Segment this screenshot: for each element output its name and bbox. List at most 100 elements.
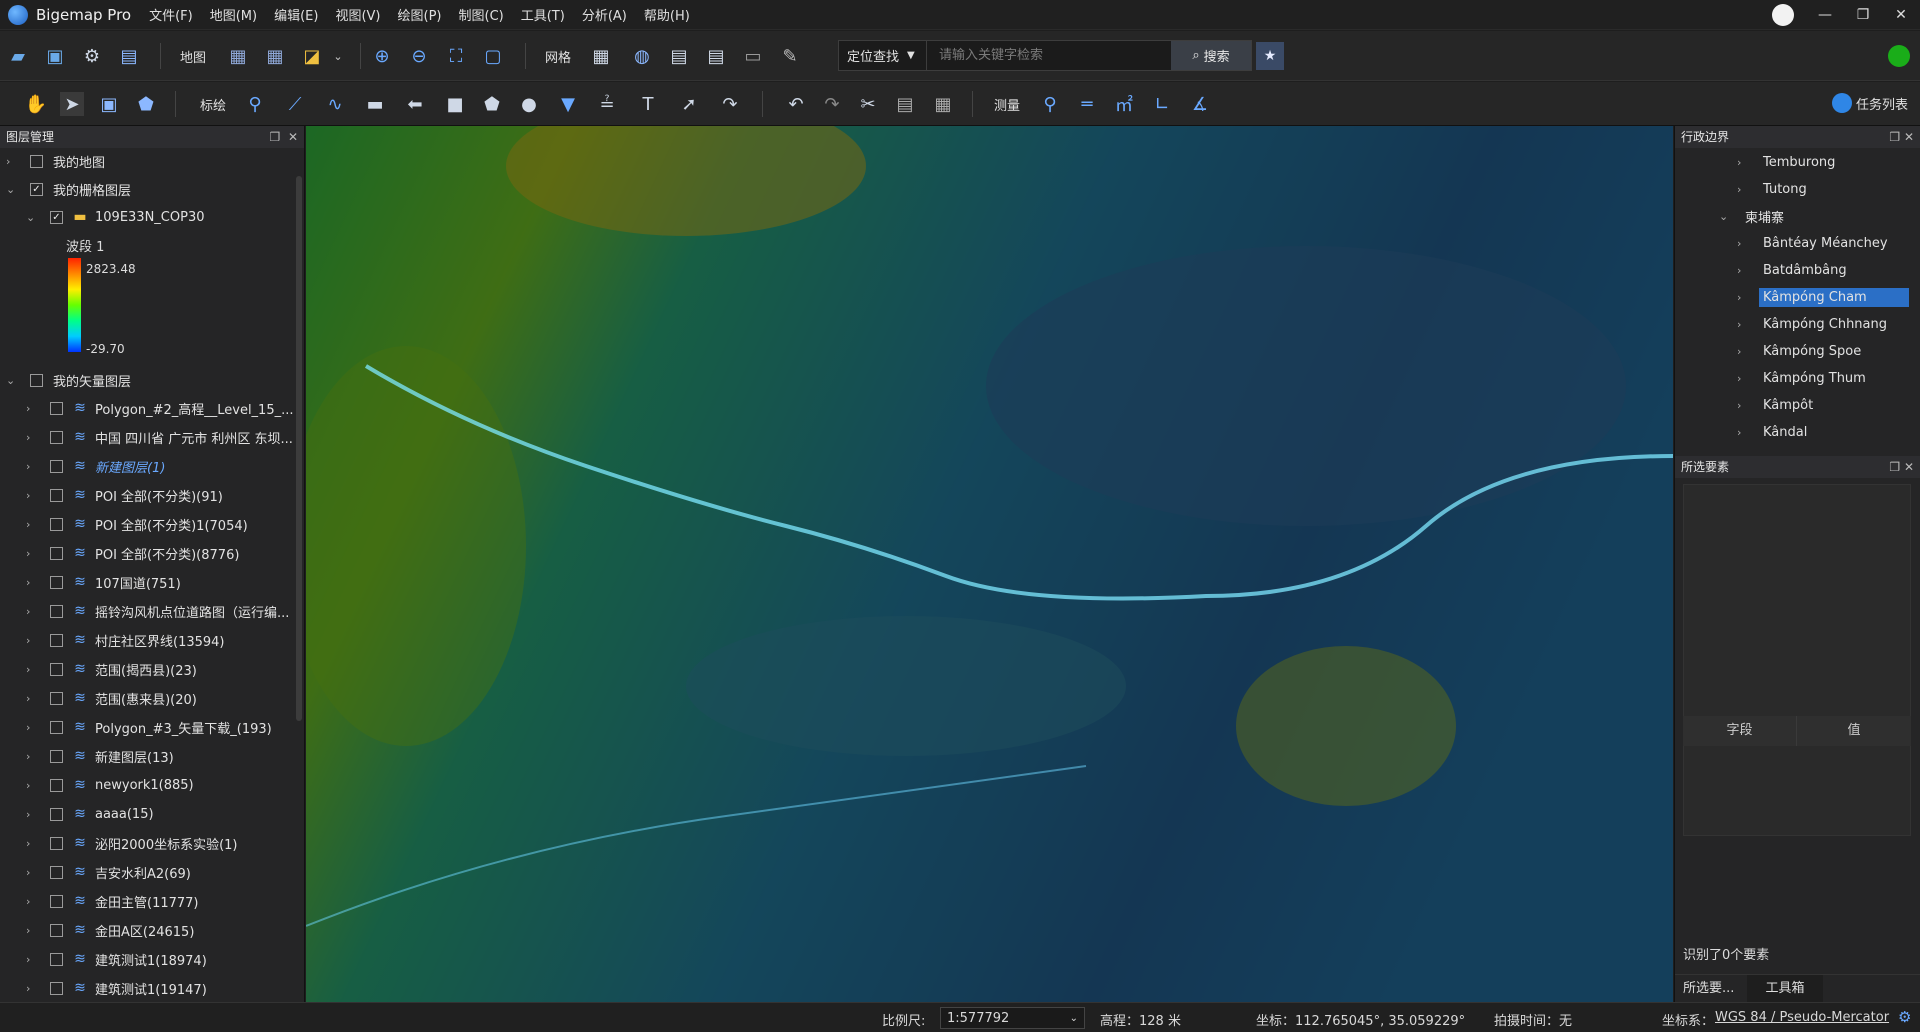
tree-my-map[interactable]: › 我的地图 <box>6 149 105 173</box>
menu-edit[interactable]: 编辑(E) <box>274 5 318 24</box>
vector-layer-row[interactable]: › ≋ Polygon_#2_高程__Level_15_... <box>26 396 294 420</box>
identify-icon[interactable]: ⬟ <box>134 92 158 116</box>
pan-hand-icon[interactable]: ✋ <box>24 92 48 116</box>
height-icon[interactable]: ∟ <box>1150 92 1174 116</box>
admin-item[interactable]: › Kâmpóng Cham <box>1737 286 1909 308</box>
vector-layer-row[interactable]: › ≋ 泌阳2000坐标系实验(1) <box>26 831 238 855</box>
mgrs-grid-icon[interactable]: ▤ <box>704 44 728 68</box>
close-icon[interactable]: ✕ <box>1904 460 1914 474</box>
undo-icon[interactable]: ↶ <box>784 92 808 116</box>
close-icon[interactable]: ✕ <box>288 130 298 144</box>
folder-icon[interactable]: ▭ <box>741 44 765 68</box>
float-icon[interactable]: ❐ <box>270 130 281 144</box>
admin-item[interactable]: › Temburong <box>1737 151 1839 173</box>
scissors-icon[interactable]: ✂ <box>856 92 880 116</box>
admin-item[interactable]: › Kâmpóng Spoe <box>1737 340 1865 362</box>
menu-map[interactable]: 地图(M) <box>210 5 257 24</box>
marker-icon[interactable]: ⚲ <box>243 92 267 116</box>
close-icon[interactable]: ✕ <box>1904 130 1914 144</box>
table-icon[interactable]: ▦ <box>931 92 955 116</box>
vector-layer-row[interactable]: › ≋ POI 全部(不分类)(8776) <box>26 541 239 565</box>
vector-layer-row[interactable]: › ≋ 村庄社区界线(13594) <box>26 628 225 652</box>
vector-layer-row[interactable]: › ≋ 新建图层(1) <box>26 454 165 478</box>
vector-layer-row[interactable]: › ≋ 吉安水利A2(69) <box>26 860 191 884</box>
arrow-icon[interactable]: ➚ <box>677 92 701 116</box>
clear-brush-icon[interactable]: ✎ <box>778 44 802 68</box>
circle-icon[interactable]: ● <box>517 92 541 116</box>
tree-raster-group[interactable]: ⌄ ✓ 我的栅格图层 <box>6 177 131 201</box>
tree-raster-layer[interactable]: ⌄ ✓ ▬ 109E33N_COP30 <box>26 205 204 229</box>
tab-toolbox[interactable]: 工具箱 <box>1747 975 1823 1002</box>
map-canvas[interactable] <box>306 126 1673 1002</box>
distance-icon[interactable]: ═ <box>1075 92 1099 116</box>
redo-icon[interactable]: ↷ <box>820 92 844 116</box>
arrow-shape-icon[interactable]: ⬅ <box>403 92 427 116</box>
vector-layer-row[interactable]: › ≋ 107国道(751) <box>26 570 181 594</box>
vector-layer-row[interactable]: › ≋ 金田A区(24615) <box>26 918 194 942</box>
zoom-in-icon[interactable]: ⊕ <box>370 44 394 68</box>
menu-file[interactable]: 文件(F) <box>149 5 193 24</box>
settings-gear-icon[interactable]: ⚙ <box>80 44 104 68</box>
menu-cartography[interactable]: 制图(C) <box>459 5 504 24</box>
shield-shape-icon[interactable]: ▼ <box>556 92 580 116</box>
menu-draw[interactable]: 绘图(P) <box>398 5 442 24</box>
admin-item[interactable]: › Tutong <box>1737 178 1811 200</box>
tasklist-button[interactable]: 任务列表 <box>1831 93 1908 113</box>
fit-extent-icon[interactable]: ⛶ <box>444 44 468 68</box>
vector-layer-row[interactable]: › ≋ newyork1(885) <box>26 773 194 797</box>
save-icon[interactable]: ▣ <box>43 44 67 68</box>
text-line-icon[interactable]: ≟ <box>595 92 619 116</box>
menu-view[interactable]: 视图(V) <box>335 5 380 24</box>
minimize-button[interactable]: — <box>1806 7 1844 23</box>
curved-arrow-icon[interactable]: ↷ <box>718 92 742 116</box>
admin-item[interactable]: › Kândal <box>1737 421 1811 443</box>
angle-icon[interactable]: ∡ <box>1188 92 1212 116</box>
settings-gear-icon[interactable]: ⚙ <box>1898 1008 1911 1026</box>
square-icon[interactable]: ■ <box>443 92 467 116</box>
wechat-icon[interactable] <box>1888 45 1910 67</box>
user-avatar[interactable] <box>1772 4 1794 26</box>
full-extent-icon[interactable]: ▢ <box>481 44 505 68</box>
menu-tools[interactable]: 工具(T) <box>521 5 565 24</box>
admin-item[interactable]: › Kâmpóng Thum <box>1737 367 1870 389</box>
tree-vector-group[interactable]: ⌄ 我的矢量图层 <box>6 368 131 392</box>
tab-selected-features[interactable]: 所选要... <box>1675 975 1747 1002</box>
pin-icon[interactable]: ⚲ <box>1038 92 1062 116</box>
select-arrow-icon[interactable]: ➤ <box>60 92 84 116</box>
layer-switch-icon[interactable]: ◪ <box>300 44 324 68</box>
favorite-star-icon[interactable]: ★ <box>1256 42 1284 70</box>
vector-layer-row[interactable]: › ≋ 摇铃沟风机点位道路图（运行编... <box>26 599 289 623</box>
vector-layer-row[interactable]: › ≋ 范围(惠来县)(20) <box>26 686 197 710</box>
open-folder-icon[interactable]: ▰ <box>6 44 30 68</box>
curve-icon[interactable]: ∿ <box>323 92 347 116</box>
polyline-icon[interactable]: ⟋ <box>283 92 307 116</box>
rectangle-icon[interactable]: ▬ <box>363 92 387 116</box>
admin-item[interactable]: › Batdâmbâng <box>1737 259 1851 281</box>
text-box-icon[interactable]: T <box>636 92 660 116</box>
scrollbar[interactable] <box>296 176 302 721</box>
grid-icon[interactable]: ▦ <box>589 44 613 68</box>
admin-item[interactable]: › Kâmpóng Chhnang <box>1737 313 1891 335</box>
globe-grid-icon[interactable]: ◍ <box>630 44 654 68</box>
copy-feature-icon[interactable]: ▤ <box>893 92 917 116</box>
vector-layer-row[interactable]: › ≋ 新建图层(13) <box>26 744 174 768</box>
admin-item[interactable]: ⌄ 柬埔寨 <box>1719 205 1788 227</box>
vector-layer-row[interactable]: › ≋ aaaa(15) <box>26 802 154 826</box>
vector-layer-row[interactable]: › ≋ 建筑测试1(18974) <box>26 947 207 971</box>
zoom-out-icon[interactable]: ⊖ <box>407 44 431 68</box>
km-grid-icon[interactable]: ▤ <box>667 44 691 68</box>
admin-item[interactable]: › Kâmpôt <box>1737 394 1817 416</box>
vector-layer-row[interactable]: › ≋ Polygon_#3_矢量下载_(193) <box>26 715 272 739</box>
chevron-down-icon[interactable]: ⌄ <box>326 44 350 68</box>
image-icon[interactable]: ▤ <box>117 44 141 68</box>
screenshot-icon[interactable]: ▣ <box>97 92 121 116</box>
vector-layer-row[interactable]: › ≋ 金田主管(11777) <box>26 889 199 913</box>
vector-layer-row[interactable]: › ≋ 范围(揭西县)(23) <box>26 657 197 681</box>
polygon-icon[interactable]: ⬟ <box>480 92 504 116</box>
scale-select[interactable]: 1:577792 ⌄ <box>940 1007 1085 1029</box>
restore-button[interactable]: ❐ <box>1844 7 1882 23</box>
vector-layer-row[interactable]: › ≋ POI 全部(不分类)(91) <box>26 483 223 507</box>
vector-layer-row[interactable]: › ≋ POI 全部(不分类)1(7054) <box>26 512 248 536</box>
float-icon[interactable]: ❐ <box>1889 130 1900 144</box>
float-icon[interactable]: ❐ <box>1889 460 1900 474</box>
